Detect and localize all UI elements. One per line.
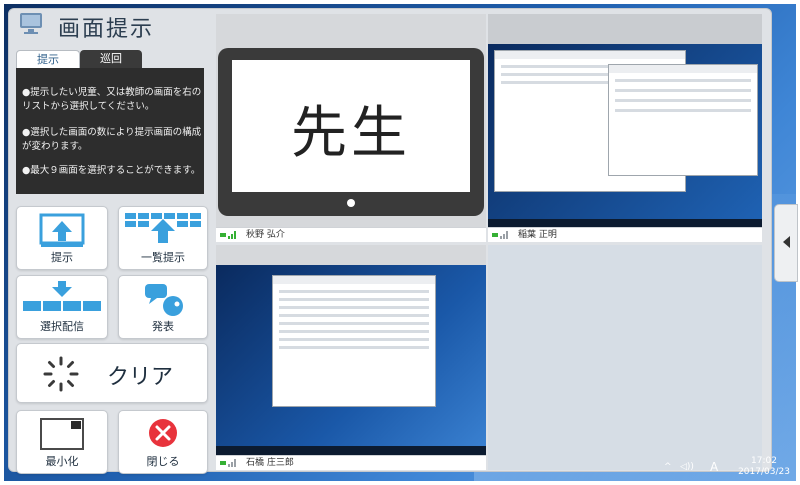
announce-button[interactable]: 発表 xyxy=(118,275,208,339)
announce-label: 発表 xyxy=(152,320,174,333)
clear-spinner-icon xyxy=(43,356,79,392)
user-name: 石橋 庄三郎 xyxy=(246,458,294,468)
close-label: 閉じる xyxy=(146,455,180,468)
window-thumbnail xyxy=(608,64,758,176)
clear-label: クリア xyxy=(107,365,174,390)
select-distribute-label: 選択配信 xyxy=(40,320,84,333)
minimize-button[interactable]: 最小化 xyxy=(16,410,108,474)
minimize-label: 最小化 xyxy=(45,455,79,468)
instruction-text: ●選択した画面の数により提示画面の構成が変わります。 xyxy=(22,127,202,152)
signal-icon xyxy=(492,231,508,239)
system-tray: ^ ◁)) A 17:02 2017/03/23 xyxy=(664,456,794,480)
chevron-up-icon[interactable]: ^ xyxy=(664,462,672,472)
teacher-label: 先生 xyxy=(291,101,411,166)
clear-button[interactable]: クリア xyxy=(16,343,208,403)
ime-indicator[interactable]: A xyxy=(710,460,718,474)
close-icon xyxy=(149,419,177,447)
present-icon xyxy=(39,213,85,247)
empty-screen-slot[interactable] xyxy=(488,245,762,470)
close-button[interactable]: 閉じる xyxy=(118,410,208,474)
instruction-text: ●提示したい児童、又は教師の画面を右のリストから選択してください。 xyxy=(22,87,202,112)
clock-time: 17:02 xyxy=(751,456,777,466)
list-present-icon xyxy=(125,213,201,243)
tile-footer: 稲葉 正明 xyxy=(488,227,762,242)
window-thumbnail xyxy=(272,275,436,407)
tile-footer: 秋野 弘介 xyxy=(216,227,486,242)
tab-patrol[interactable]: 巡回 xyxy=(80,50,142,68)
present-button[interactable]: 提示 xyxy=(16,206,108,270)
list-present-label: 一覧提示 xyxy=(141,251,185,264)
home-button-icon xyxy=(347,199,355,207)
student-screen-thumbnail xyxy=(216,265,486,455)
distribute-icon xyxy=(23,281,101,311)
side-panel-toggle[interactable] xyxy=(774,204,798,282)
minimize-icon xyxy=(40,418,84,450)
instruction-text: ●最大９画面を選択することができます。 xyxy=(22,165,201,176)
screen-tile[interactable]: 石橋 庄三郎 xyxy=(216,245,486,470)
signal-icon xyxy=(220,459,236,467)
monitor-icon xyxy=(20,13,42,34)
present-label: 提示 xyxy=(51,251,73,264)
chevron-left-icon xyxy=(783,236,790,248)
clock-date: 2017/03/23 xyxy=(738,467,790,477)
speech-bubble-icon xyxy=(145,284,183,316)
screen-tile[interactable]: 先生 秋野 弘介 xyxy=(216,14,486,242)
tab-present[interactable]: 提示 xyxy=(16,50,80,69)
select-distribute-button[interactable]: 選択配信 xyxy=(16,275,108,339)
tablet-screen: 先生 xyxy=(232,60,470,192)
instruction-box: ●提示したい児童、又は教師の画面を右のリストから選択してください。 ●選択した画… xyxy=(16,68,204,194)
user-name: 稲葉 正明 xyxy=(518,230,557,240)
user-name: 秋野 弘介 xyxy=(246,230,285,240)
tile-footer: 石橋 庄三郎 xyxy=(216,455,486,470)
clock[interactable]: 17:02 2017/03/23 xyxy=(734,456,794,478)
list-present-button[interactable]: 一覧提示 xyxy=(118,206,208,270)
student-screen-thumbnail xyxy=(488,44,762,228)
page-title: 画面提示 xyxy=(58,17,155,42)
tablet-frame: 先生 xyxy=(218,48,484,216)
volume-icon[interactable]: ◁)) xyxy=(680,462,694,472)
signal-icon xyxy=(220,231,236,239)
screen-tile[interactable]: 稲葉 正明 xyxy=(488,14,762,242)
